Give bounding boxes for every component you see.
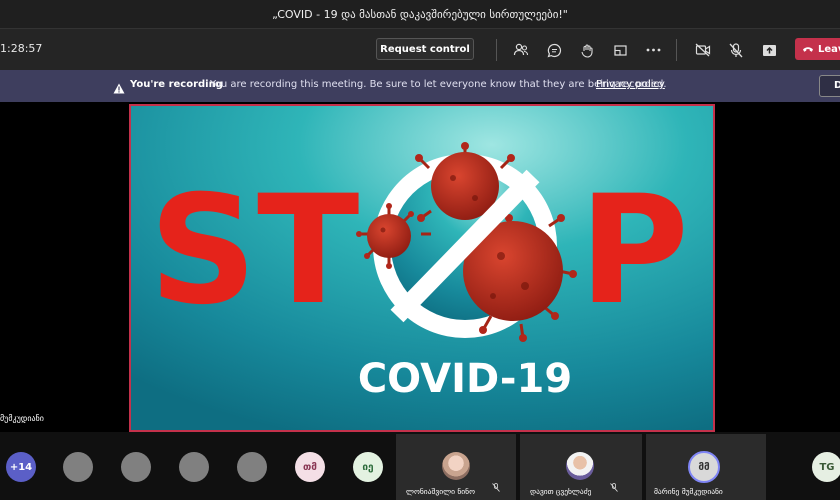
mic-off-icon [610,477,618,496]
rooms-icon[interactable] [608,38,632,62]
participant-name: დავით ცვეხლაძე [530,487,592,496]
toolbar-divider [496,39,497,61]
participant-tile[interactable]: დავით ცვეხლაძე [520,434,642,500]
meeting-timer: 1:28:57 [0,42,43,55]
share-tray-icon[interactable] [757,38,781,62]
overflow-participants-button[interactable]: +14 [6,452,36,482]
mic-off-icon [492,477,500,496]
participant-photo [442,452,470,480]
shared-screen: ST P COVID-19 [129,104,715,432]
participant-avatar[interactable] [179,452,209,482]
participant-tile-active[interactable]: მმ მარინე მუმკუდიანი [646,434,766,500]
mic-off-icon[interactable] [724,38,748,62]
participant-avatar[interactable] [121,452,151,482]
participant-initials-avatar: მმ [688,451,720,483]
stop-letter-p: P [579,164,689,338]
camera-off-icon[interactable] [691,38,715,62]
participant-tile[interactable]: ლონიაშვილი ნინო [396,434,516,500]
recording-banner: You're recording You are recording this … [0,70,840,102]
phone-hangup-icon [802,45,814,53]
window-title: „COVID - 19 და მასთან დაკავშირებული სირთ… [272,7,568,21]
warning-icon [113,79,125,98]
stop-letters-st: ST [149,164,359,338]
meeting-stage: ST P COVID-19 მუმკუდიანი [0,102,840,432]
request-control-button[interactable]: Request control [376,38,474,60]
leave-button[interactable]: Leave [795,38,840,60]
presenter-name: მუმკუდიანი [0,414,44,423]
participant-initials-avatar[interactable]: თმ [295,452,325,482]
participant-strip: +14 თმ იე ლონიაშვილი ნინო დავით ცვეხლაძე… [0,432,840,500]
privacy-policy-link[interactable]: Privacy policy [596,79,665,90]
participant-avatar[interactable] [237,452,267,482]
leave-label: Leave [818,43,840,55]
people-icon[interactable] [509,38,533,62]
participant-initials-avatar[interactable]: იე [353,452,383,482]
participant-avatar[interactable] [63,452,93,482]
participant-name: მარინე მუმკუდიანი [654,487,723,496]
covid-subtitle: COVID-19 [358,356,572,402]
participant-initials-avatar[interactable]: TG [812,452,840,482]
raise-hand-icon[interactable] [575,38,599,62]
participant-photo [566,452,594,480]
recording-title: You're recording [130,79,223,90]
title-bar: „COVID - 19 და მასთან დაკავშირებული სირთ… [0,0,840,28]
more-options-icon[interactable] [641,38,665,62]
participant-name: ლონიაშვილი ნინო [406,487,475,496]
meeting-toolbar: 1:28:57 Request control Leave [0,28,840,70]
dismiss-button[interactable]: Dismiss [819,75,840,97]
stop-covid-image: ST P COVID-19 [131,106,713,430]
toolbar-divider [676,39,677,61]
chat-icon[interactable] [542,38,566,62]
